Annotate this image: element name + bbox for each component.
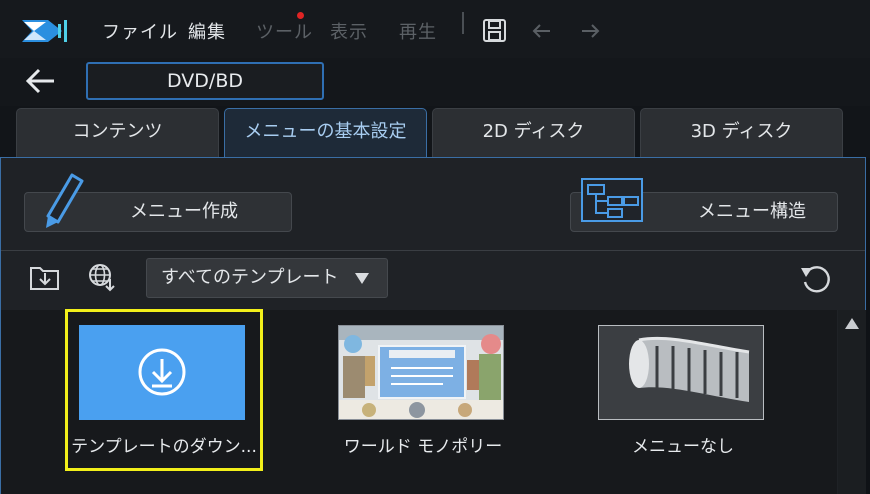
menu-view[interactable]: 表示 bbox=[330, 18, 368, 44]
menu-structure-icon bbox=[581, 178, 643, 222]
divider bbox=[1, 250, 865, 251]
template-filter-dropdown[interactable]: すべてのテンプレート bbox=[146, 258, 388, 298]
back-arrow-icon[interactable] bbox=[24, 66, 58, 96]
world-monopoly-thumbnail bbox=[338, 325, 504, 420]
project-title-field[interactable]: DVD/BD bbox=[86, 62, 324, 100]
chevron-down-icon bbox=[355, 273, 369, 284]
tab-3d-disc[interactable]: 3D ディスク bbox=[640, 108, 843, 158]
template-label: ワールド モノポリー bbox=[343, 437, 503, 457]
template-tile-world-monopoly[interactable]: ワールド モノポリー bbox=[323, 310, 523, 470]
menu-structure-label: メニュー構造 bbox=[698, 201, 806, 222]
online-download-icon[interactable] bbox=[86, 262, 118, 294]
template-tile-no-menu[interactable]: メニューなし bbox=[583, 310, 783, 470]
refresh-icon[interactable] bbox=[798, 262, 834, 296]
redo-icon[interactable] bbox=[576, 18, 604, 44]
menu-file[interactable]: ファイル bbox=[102, 18, 178, 44]
selection-highlight bbox=[65, 309, 263, 471]
scroll-up-arrow-icon[interactable] bbox=[845, 318, 859, 329]
create-menu-label: メニュー作成 bbox=[130, 201, 238, 222]
template-filter-value: すべてのテンプレート bbox=[161, 267, 339, 288]
menu-separator bbox=[462, 12, 464, 34]
grid-scrollbar[interactable] bbox=[838, 310, 866, 494]
notification-dot bbox=[297, 12, 304, 19]
no-menu-thumbnail bbox=[598, 325, 764, 420]
menu-edit[interactable]: 編集 bbox=[188, 18, 226, 44]
save-icon[interactable] bbox=[482, 18, 508, 44]
import-icon[interactable] bbox=[28, 262, 62, 292]
menu-tools[interactable]: ツール bbox=[256, 18, 313, 44]
tab-menu-basic-settings[interactable]: メニューの基本設定 bbox=[224, 108, 427, 160]
pencil-icon bbox=[46, 173, 84, 228]
template-label: メニューなし bbox=[632, 437, 734, 457]
menu-playback[interactable]: 再生 bbox=[399, 18, 437, 44]
app-logo-icon bbox=[22, 20, 67, 42]
undo-icon[interactable] bbox=[528, 18, 556, 44]
film-strip-icon bbox=[599, 326, 763, 419]
tab-contents[interactable]: コンテンツ bbox=[16, 108, 219, 158]
tab-2d-disc[interactable]: 2D ディスク bbox=[432, 108, 635, 158]
